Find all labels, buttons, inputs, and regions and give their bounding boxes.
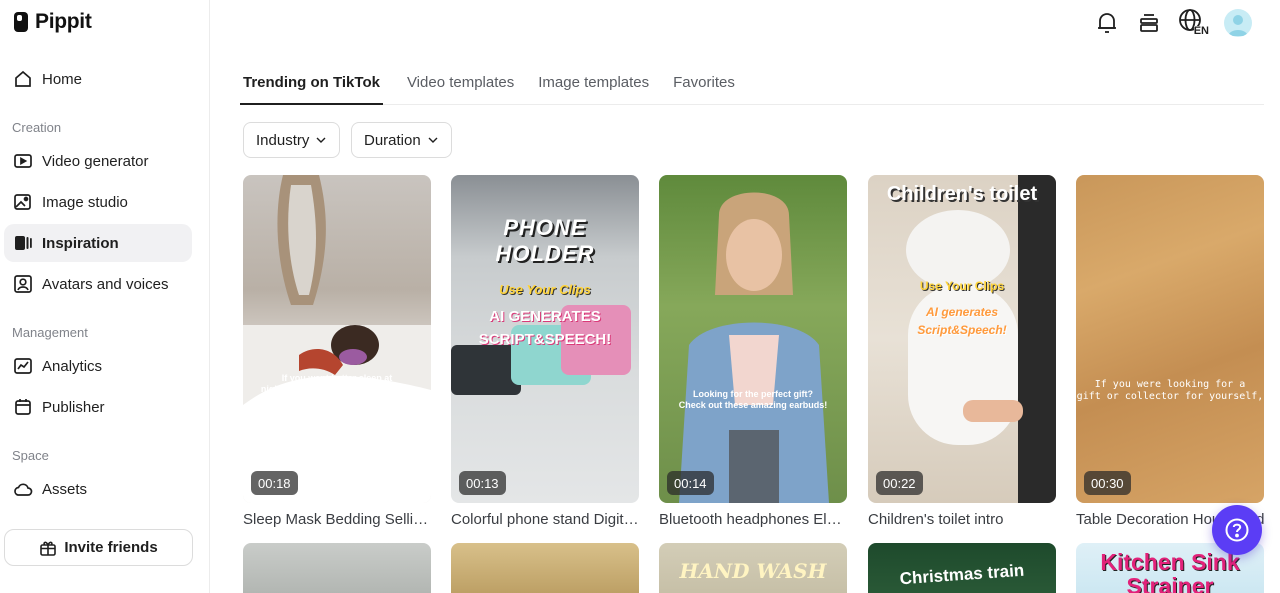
- home-icon: [13, 69, 33, 89]
- invite-friends-button[interactable]: Invite friends: [4, 529, 193, 566]
- sidebar-item-assets[interactable]: Assets: [4, 470, 192, 508]
- template-thumbnail[interactable]: If you were looking for a gift or collec…: [1076, 175, 1264, 503]
- video-caption: Use Your Clips: [919, 279, 1005, 293]
- language-code: EN: [1193, 25, 1209, 37]
- woman-earbuds-photo-illustration: [679, 192, 829, 503]
- template-thumbnail[interactable]: [243, 543, 431, 593]
- sidebar: Pippit Home Creation Video generator Ima…: [0, 0, 210, 593]
- sidebar-item-inspiration[interactable]: Inspiration: [4, 224, 192, 262]
- template-card[interactable]: If you want better sleep at night but do…: [243, 175, 431, 528]
- template-thumbnail[interactable]: Christmas train: [868, 543, 1056, 593]
- pippit-logo-icon: [14, 12, 28, 32]
- calendar-icon: [13, 397, 33, 417]
- sidebar-item-label: Video generator: [42, 152, 149, 170]
- tab-video-templates[interactable]: Video templates: [407, 66, 514, 104]
- sidebar-item-label: Inspiration: [42, 234, 119, 252]
- image-studio-icon: [13, 192, 33, 212]
- question-mark-icon: [1225, 518, 1249, 542]
- sidebar-item-label: Image studio: [42, 193, 128, 211]
- template-thumbnail[interactable]: Children's toilet Use Your Clips AI gene…: [868, 175, 1056, 503]
- template-title: Colorful phone stand Digital Ad: [451, 511, 639, 528]
- template-thumbnail[interactable]: Looking for the perfect gift? Check out …: [659, 175, 847, 503]
- tab-trending-on-tiktok[interactable]: Trending on TikTok: [240, 66, 383, 105]
- video-caption: AI GENERATES: [489, 308, 601, 325]
- video-caption: AI generates: [925, 305, 999, 319]
- duration-badge: 00:13: [459, 471, 506, 495]
- video-caption: SCRIPT&SPEECH!: [478, 331, 612, 348]
- section-label-creation: Creation: [12, 120, 62, 135]
- duration-badge: 00:18: [251, 471, 298, 495]
- template-thumbnail[interactable]: If you want better sleep at night but do…: [243, 175, 431, 503]
- duration-filter-label: Duration: [364, 131, 421, 149]
- tab-image-templates[interactable]: Image templates: [538, 66, 649, 104]
- header-actions: EN: [1094, 8, 1252, 38]
- duration-filter-dropdown[interactable]: Duration: [351, 122, 452, 158]
- template-thumbnail[interactable]: [451, 543, 639, 593]
- notification-bell-icon[interactable]: [1094, 10, 1120, 36]
- template-title: Bluetooth headphones Electronics: [659, 511, 847, 528]
- cloud-icon: [13, 479, 33, 499]
- video-title-overlay: HAND WASH: [679, 559, 827, 583]
- bedroom-photo-illustration: [243, 175, 431, 503]
- video-title-overlay: Kitchen Sink Strainer: [1100, 549, 1240, 593]
- template-card[interactable]: Looking for the perfect gift? Check out …: [659, 175, 847, 528]
- template-card[interactable]: PHONE HOLDER Use Your Clips AI GENERATES…: [451, 175, 639, 528]
- gift-icon: [40, 541, 57, 556]
- sidebar-item-label: Analytics: [42, 357, 103, 375]
- video-caption: If you want better sleep at night but do…: [260, 373, 414, 405]
- sidebar-item-label: Avatars and voices: [42, 275, 169, 293]
- video-title-overlay: PHONE HOLDER: [495, 215, 595, 266]
- inspiration-icon: [13, 233, 33, 253]
- video-title-overlay: Children's toilet: [886, 183, 1038, 205]
- help-button[interactable]: [1212, 505, 1262, 555]
- sidebar-item-label: Home: [42, 70, 83, 88]
- app-name: Pippit: [35, 10, 92, 33]
- invite-friends-label: Invite friends: [64, 539, 158, 556]
- sidebar-item-image-studio[interactable]: Image studio: [4, 183, 192, 221]
- duration-badge: 00:30: [1084, 471, 1131, 495]
- inspiration-tabs: Trending on TikTok Video templates Image…: [240, 66, 1264, 105]
- tab-favorites[interactable]: Favorites: [673, 66, 735, 104]
- video-title-overlay: Christmas train: [899, 560, 1025, 589]
- sidebar-item-video-generator[interactable]: Video generator: [4, 142, 192, 180]
- duration-badge: 00:22: [876, 471, 923, 495]
- template-card[interactable]: If you were looking for a gift or collec…: [1076, 175, 1264, 528]
- video-generator-icon: [13, 151, 33, 171]
- template-thumbnail[interactable]: PHONE HOLDER Use Your Clips AI GENERATES…: [451, 175, 639, 503]
- template-title: Children's toilet intro: [868, 511, 1004, 528]
- template-card[interactable]: Children's toilet Use Your Clips AI gene…: [868, 175, 1056, 528]
- video-caption: Looking for the perfect gift? Check out …: [678, 389, 828, 410]
- industry-filter-label: Industry: [256, 131, 310, 149]
- chevron-down-icon: [428, 137, 438, 143]
- template-thumbnail[interactable]: HAND WASH: [659, 543, 847, 593]
- avatar-voice-icon: [13, 274, 33, 294]
- chevron-down-icon: [316, 137, 326, 143]
- section-label-management: Management: [12, 325, 88, 340]
- industry-filter-dropdown[interactable]: Industry: [243, 122, 341, 158]
- template-title: Sleep Mask Bedding Selling Point: [243, 511, 431, 528]
- app-logo[interactable]: Pippit: [13, 10, 92, 34]
- video-caption: Use Your Clips: [499, 282, 591, 297]
- sidebar-item-publisher[interactable]: Publisher: [4, 388, 192, 426]
- duration-badge: 00:14: [667, 471, 714, 495]
- sidebar-item-label: Assets: [42, 480, 88, 498]
- video-caption: If you were looking for a gift or collec…: [1076, 379, 1264, 402]
- childrens-toilet-photo-illustration: [906, 175, 1056, 503]
- language-selector[interactable]: EN: [1178, 8, 1209, 38]
- video-caption: Script&Speech!: [917, 323, 1007, 337]
- sidebar-item-label: Publisher: [42, 398, 105, 416]
- sidebar-item-home[interactable]: Home: [4, 60, 192, 98]
- sidebar-item-analytics[interactable]: Analytics: [4, 347, 192, 385]
- sidebar-item-avatars-voices[interactable]: Avatars and voices: [4, 265, 192, 303]
- inbox-stack-icon[interactable]: [1136, 10, 1162, 36]
- user-avatar[interactable]: [1224, 9, 1252, 37]
- section-label-space: Space: [12, 448, 49, 463]
- analytics-icon: [13, 356, 33, 376]
